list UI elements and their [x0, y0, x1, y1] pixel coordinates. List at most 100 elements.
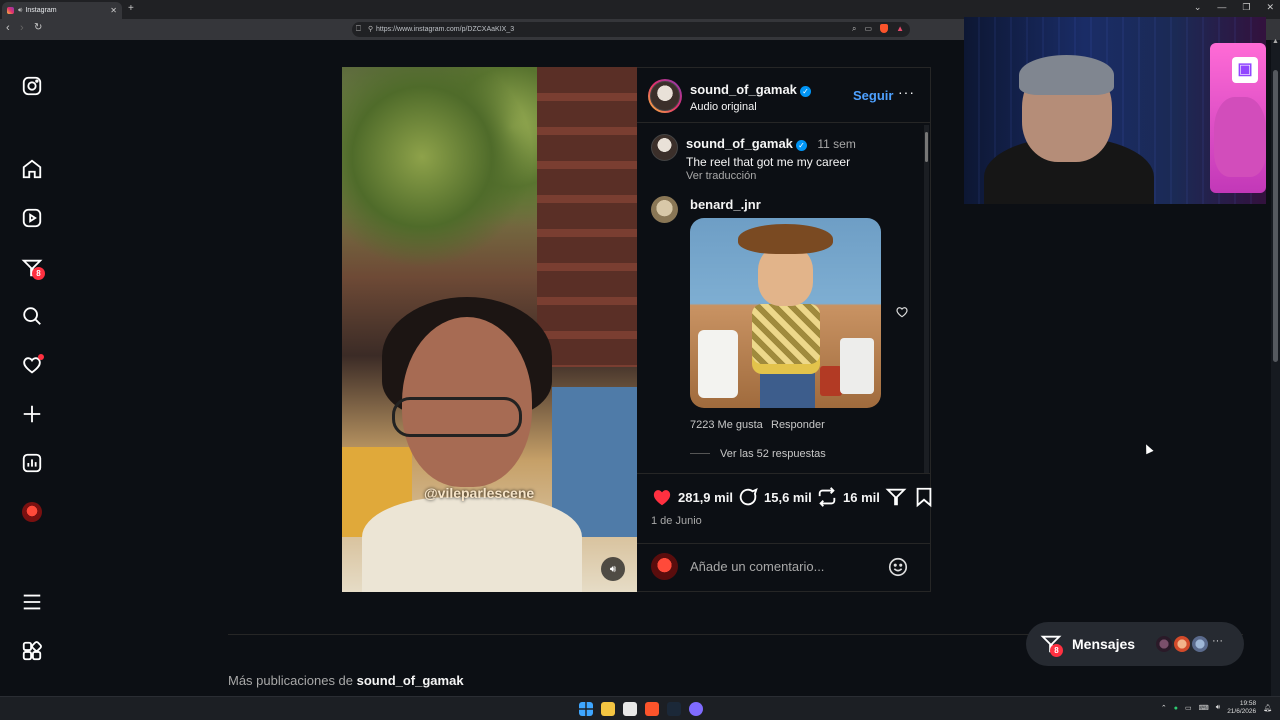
messages-more-icon[interactable]: ···	[1212, 635, 1223, 647]
search-icon[interactable]	[20, 304, 44, 328]
comments-scrollbar[interactable]	[924, 125, 929, 473]
save-action[interactable]	[913, 486, 940, 508]
comments-scroll-thumb[interactable]	[925, 132, 928, 162]
create-icon[interactable]	[20, 402, 44, 426]
more-options-button[interactable]: ···	[898, 84, 915, 100]
more-posts-prefix: Más publicaciones de	[228, 673, 357, 688]
tab-search-button[interactable]: ⌄	[1194, 2, 1202, 13]
volume-tray-icon[interactable]: 🔊︎	[1216, 704, 1220, 712]
follow-button[interactable]: Seguir	[853, 88, 893, 103]
browser-tab[interactable]: 🔊︎ Instagram ✕	[2, 2, 122, 19]
caption-username[interactable]: sound_of_gamak	[686, 136, 793, 151]
image-milk-right	[840, 338, 874, 394]
commenter-avatar[interactable]	[651, 196, 678, 223]
verified-icon: ✓	[799, 86, 811, 97]
conversation-avatar	[1172, 634, 1192, 654]
conversation-avatar	[1154, 634, 1174, 654]
like-action[interactable]: 281,9 mil	[651, 486, 733, 508]
page-scroll-thumb[interactable]	[1273, 70, 1278, 362]
repost-action[interactable]: 16 mil	[816, 486, 880, 508]
start-icon[interactable]	[579, 702, 593, 716]
author-username[interactable]: sound_of_gamak	[690, 82, 797, 97]
video-watermark: @vileparlescene	[424, 485, 535, 501]
more-apps-icon[interactable]	[20, 639, 44, 663]
tray-usb-icon[interactable]: ▭	[1185, 704, 1192, 712]
translate-link[interactable]: Ver traducción	[686, 170, 916, 182]
comment-input[interactable]: Añade un comentario...	[690, 559, 824, 574]
caption-text: The reel that got me my career	[686, 155, 851, 169]
caption-avatar[interactable]	[651, 134, 678, 161]
reels-icon[interactable]	[20, 206, 44, 230]
image-can	[820, 366, 842, 396]
url-bar[interactable]: ⎕ ⚲ https://www.instagram.com/p/DZCXAaKI…	[352, 22, 910, 37]
like-comment-icon[interactable]	[895, 305, 909, 319]
menu-icon[interactable]	[20, 590, 44, 614]
post-date[interactable]: 1 de Junio	[651, 515, 702, 527]
taskbar: ⌃ ● ▭ ⌨ 🔊︎ 19:58 21/6/2026 🔔︎	[0, 696, 1280, 720]
author-avatar-ring[interactable]	[648, 79, 682, 113]
scroll-up-icon[interactable]: ▲	[1272, 38, 1279, 45]
twitch-logo-icon: ▣	[1232, 57, 1258, 83]
reload-icon[interactable]: ↻	[34, 22, 42, 33]
comment-image[interactable]	[690, 218, 881, 408]
comment-likes[interactable]: 7223 Me gusta	[690, 419, 763, 431]
emoji-icon[interactable]	[887, 556, 909, 583]
divider	[637, 543, 930, 544]
site-info-icon[interactable]: ⚲	[368, 25, 373, 33]
audio-label[interactable]: Audio original	[690, 101, 811, 113]
more-posts-username[interactable]: sound_of_gamak	[357, 673, 464, 688]
reel-video[interactable]: @vileparlescene 🔊︎	[342, 67, 637, 592]
maximize-button[interactable]: ❐	[1242, 2, 1250, 13]
window-controls: ⌄ — ❐ ✕	[1194, 2, 1274, 13]
brave-browser-icon[interactable]	[645, 702, 659, 716]
verified-icon: ✓	[795, 140, 807, 151]
post-panel: sound_of_gamak ✓ Audio original Seguir ··…	[637, 67, 932, 592]
bookmark-icon[interactable]: ⎕	[356, 24, 361, 34]
video-building	[537, 67, 637, 367]
url-text: https://www.instagram.com/p/DZCXAaKIX_3	[376, 26, 515, 33]
comment-action[interactable]: 15,6 mil	[737, 486, 812, 508]
dashboard-icon[interactable]	[20, 451, 44, 475]
cast-icon[interactable]: ▭	[865, 24, 873, 34]
steam-icon[interactable]	[667, 702, 681, 716]
commenter-username[interactable]: benard_.jnr	[690, 197, 761, 212]
system-tray: ⌃ ● ▭ ⌨ 🔊︎ 19:58 21/6/2026 🔔︎	[1161, 700, 1272, 716]
view-replies-button[interactable]: Ver las 52 respuestas	[720, 448, 826, 460]
clock[interactable]: 19:58 21/6/2026	[1227, 700, 1256, 716]
store-icon[interactable]	[623, 702, 637, 716]
share-icon	[885, 488, 907, 506]
page-scrollbar[interactable]: ▲	[1271, 38, 1280, 696]
messages-widget[interactable]: 8 Mensajes ···	[1026, 622, 1244, 666]
bookmark-save-icon	[916, 487, 932, 508]
notification-bell-icon[interactable]: 🔔︎	[1263, 704, 1272, 712]
home-icon[interactable]	[20, 157, 44, 181]
instagram-logo-icon[interactable]	[20, 74, 44, 98]
caption: sound_of_gamak ✓ 11 sem The reel that got…	[686, 135, 916, 182]
file-explorer-icon[interactable]	[601, 702, 615, 716]
network-icon[interactable]: ⌨	[1199, 704, 1209, 712]
tray-chevron-icon[interactable]: ⌃	[1161, 704, 1167, 712]
discord-icon[interactable]	[689, 702, 703, 716]
reply-button[interactable]: Responder	[771, 419, 825, 431]
tray-app-icon[interactable]: ●	[1174, 705, 1178, 712]
brave-shields-icon[interactable]	[880, 24, 889, 33]
brave-rewards-icon[interactable]: ▲	[896, 24, 904, 34]
likes-count: 281,9 mil	[678, 489, 733, 505]
zoom-icon[interactable]: ⌕	[852, 24, 856, 34]
new-tab-button[interactable]: +	[128, 3, 134, 14]
tab-title: Instagram	[25, 7, 57, 14]
author-avatar	[650, 81, 680, 111]
volume-button[interactable]: 🔊︎	[601, 557, 625, 581]
webcam-overlay: ▣	[964, 17, 1266, 204]
close-tab-icon[interactable]: ✕	[110, 6, 117, 15]
profile-avatar[interactable]	[20, 500, 44, 524]
forward-icon[interactable]: ›	[20, 22, 24, 34]
minimize-button[interactable]: —	[1217, 2, 1226, 13]
back-icon[interactable]: ‹	[6, 22, 10, 34]
image-hat	[738, 224, 833, 254]
share-action[interactable]	[885, 486, 912, 508]
audio-playing-icon[interactable]: 🔊︎	[18, 7, 22, 15]
close-window-button[interactable]: ✕	[1266, 2, 1274, 13]
replies-line	[690, 453, 710, 454]
clock-date: 21/6/2026	[1227, 708, 1257, 715]
